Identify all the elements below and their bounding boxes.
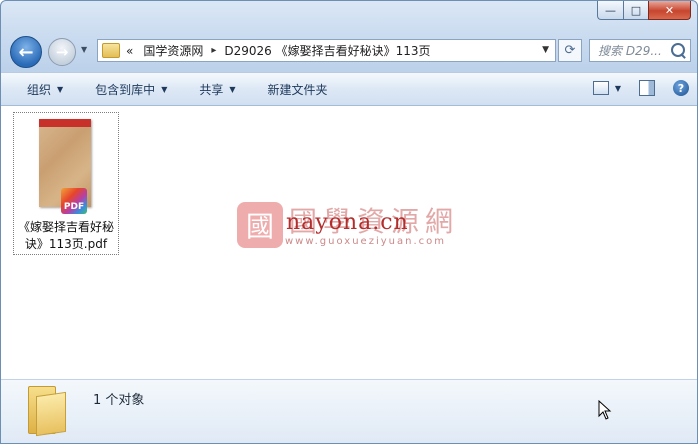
toolbar-right-group: ▼ ?	[592, 80, 689, 96]
file-item-pdf[interactable]: PDF 《嫁娶择吉看好秘诀》113页.pdf	[13, 112, 119, 255]
watermark-pinyin-text: www.guoxueziyuan.com	[285, 236, 446, 247]
chevron-down-icon: ▼	[229, 84, 236, 94]
watermark-logo-icon: 國	[237, 202, 283, 248]
new-folder-button[interactable]: 新建文件夹	[268, 81, 328, 98]
recent-pages-dropdown[interactable]: ▼	[81, 45, 91, 55]
refresh-button[interactable]: ⟳	[558, 39, 582, 62]
breadcrumb-chevron-icon[interactable]: ▸	[211, 45, 216, 56]
organize-button[interactable]: 组织 ▼	[27, 81, 63, 98]
details-pane: 1 个对象	[1, 379, 697, 443]
watermark-site-text: nayona.cn	[286, 210, 409, 235]
thumbnail-header-band	[39, 119, 91, 127]
object-count: 1 个对象	[93, 393, 145, 408]
pdf-icon: PDF	[61, 188, 87, 214]
new-folder-label: 新建文件夹	[267, 82, 328, 97]
close-button[interactable]: ✕	[648, 1, 691, 20]
folder-large-icon	[28, 386, 66, 437]
file-list-area[interactable]: PDF 《嫁娶择吉看好秘诀》113页.pdf 國 國學資源網 nayona.cn…	[1, 106, 697, 379]
refresh-icon: ⟳	[564, 43, 576, 58]
view-options-chevron-icon[interactable]: ▼	[615, 84, 621, 93]
search-input[interactable]: 搜索 D29...	[589, 39, 691, 62]
preview-pane-icon[interactable]	[639, 80, 655, 96]
file-name-label[interactable]: 《嫁娶择吉看好秘诀》113页.pdf	[16, 219, 116, 253]
chevron-down-icon: ▼	[57, 84, 64, 94]
organize-label: 组织	[27, 82, 52, 97]
folder-icon	[102, 43, 120, 58]
forward-arrow-icon: →	[55, 43, 69, 61]
include-in-library-label: 包含到库中	[95, 82, 156, 97]
breadcrumb-overflow[interactable]: «	[126, 44, 133, 58]
command-bar: 组织 ▼ 包含到库中 ▼ 共享 ▼ 新建文件夹 ▼ ?	[1, 72, 697, 106]
search-icon[interactable]	[671, 43, 685, 57]
mouse-cursor-icon	[598, 400, 612, 420]
back-arrow-icon: ←	[18, 41, 34, 63]
search-placeholder: 搜索 D29...	[598, 44, 662, 58]
share-label: 共享	[199, 82, 224, 97]
breadcrumb-item-guoxue[interactable]: 国学资源网	[143, 42, 203, 59]
minimize-button[interactable]: —	[597, 1, 623, 20]
address-dropdown-icon[interactable]: ▼	[542, 45, 549, 55]
forward-button[interactable]: →	[48, 38, 76, 66]
back-button[interactable]: ←	[10, 36, 42, 68]
help-icon[interactable]: ?	[673, 80, 689, 96]
chevron-down-icon: ▼	[161, 84, 168, 94]
address-bar[interactable]: « 国学资源网 ▸ D29026 《嫁娶择吉看好秘诀》113页 ▼	[97, 39, 556, 62]
maximize-button[interactable]: □	[623, 1, 648, 20]
explorer-window: — □ ✕ ← → ▼ « 国学资源网 ▸ D29026 《嫁娶择吉看好秘诀》1…	[0, 0, 698, 444]
share-button[interactable]: 共享 ▼	[199, 81, 235, 98]
change-view-icon[interactable]	[592, 81, 609, 95]
breadcrumb-item-current-folder[interactable]: D29026 《嫁娶择吉看好秘诀》113页	[224, 42, 430, 59]
caption-buttons: — □ ✕	[597, 1, 691, 20]
include-in-library-button[interactable]: 包含到库中 ▼	[95, 81, 167, 98]
